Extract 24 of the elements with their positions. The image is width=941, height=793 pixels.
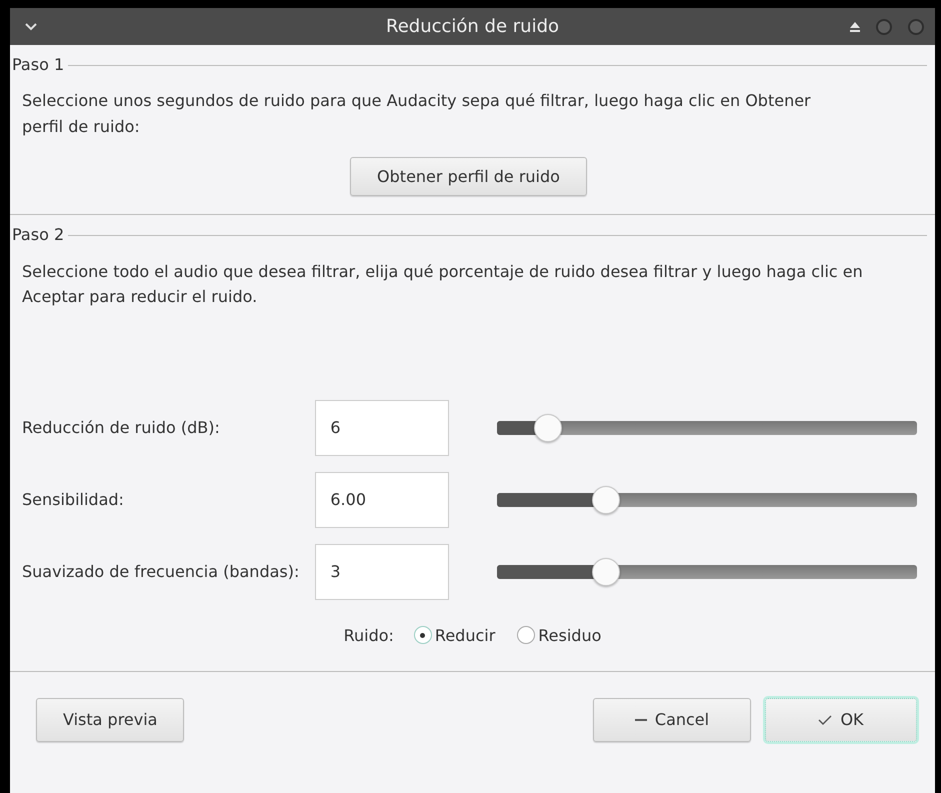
slider[interactable]: [497, 414, 917, 442]
preview-button[interactable]: Vista previa: [36, 698, 184, 742]
input-field[interactable]: 6: [315, 400, 450, 456]
ok-button[interactable]: OK: [765, 698, 917, 742]
field-label: Suavizado de frecuencia (bandas):: [22, 562, 300, 582]
group-label: Paso 2: [12, 225, 64, 245]
eject-icon[interactable]: [849, 22, 861, 32]
cancel-button[interactable]: Cancel: [593, 698, 751, 742]
slider[interactable]: [497, 558, 917, 586]
field-label: Sensibilidad:: [22, 490, 125, 510]
instruction-text: Seleccione todo el audio que desea filtrar, elija qué porcentaje de ruido desea filtrar y luego haga clic en Aceptar para reducir el ruido.: [22, 260, 864, 308]
group-label: Paso 1: [12, 55, 64, 74]
slider[interactable]: [497, 486, 917, 514]
get-profile-button[interactable]: Obtener perfil de ruido: [350, 157, 587, 196]
radio-option[interactable]: Reducir: [414, 626, 496, 645]
checkmark-icon: [818, 714, 832, 725]
instruction-text: Seleccione unos segundos de ruido para que Audacity sepa qué filtrar, luego haga clic en Obtener perfil de ruido:: [22, 90, 812, 138]
input-field[interactable]: 3: [315, 544, 450, 600]
window-title: Reducción de ruido: [386, 16, 559, 37]
input-field[interactable]: 6.00: [315, 472, 450, 528]
field-label: Reducción de ruido (dB):: [22, 418, 221, 438]
chevron-down-icon[interactable]: [24, 22, 38, 32]
radio-option[interactable]: Residuo: [517, 626, 602, 645]
radio-group-label: Ruido:: [344, 626, 394, 645]
